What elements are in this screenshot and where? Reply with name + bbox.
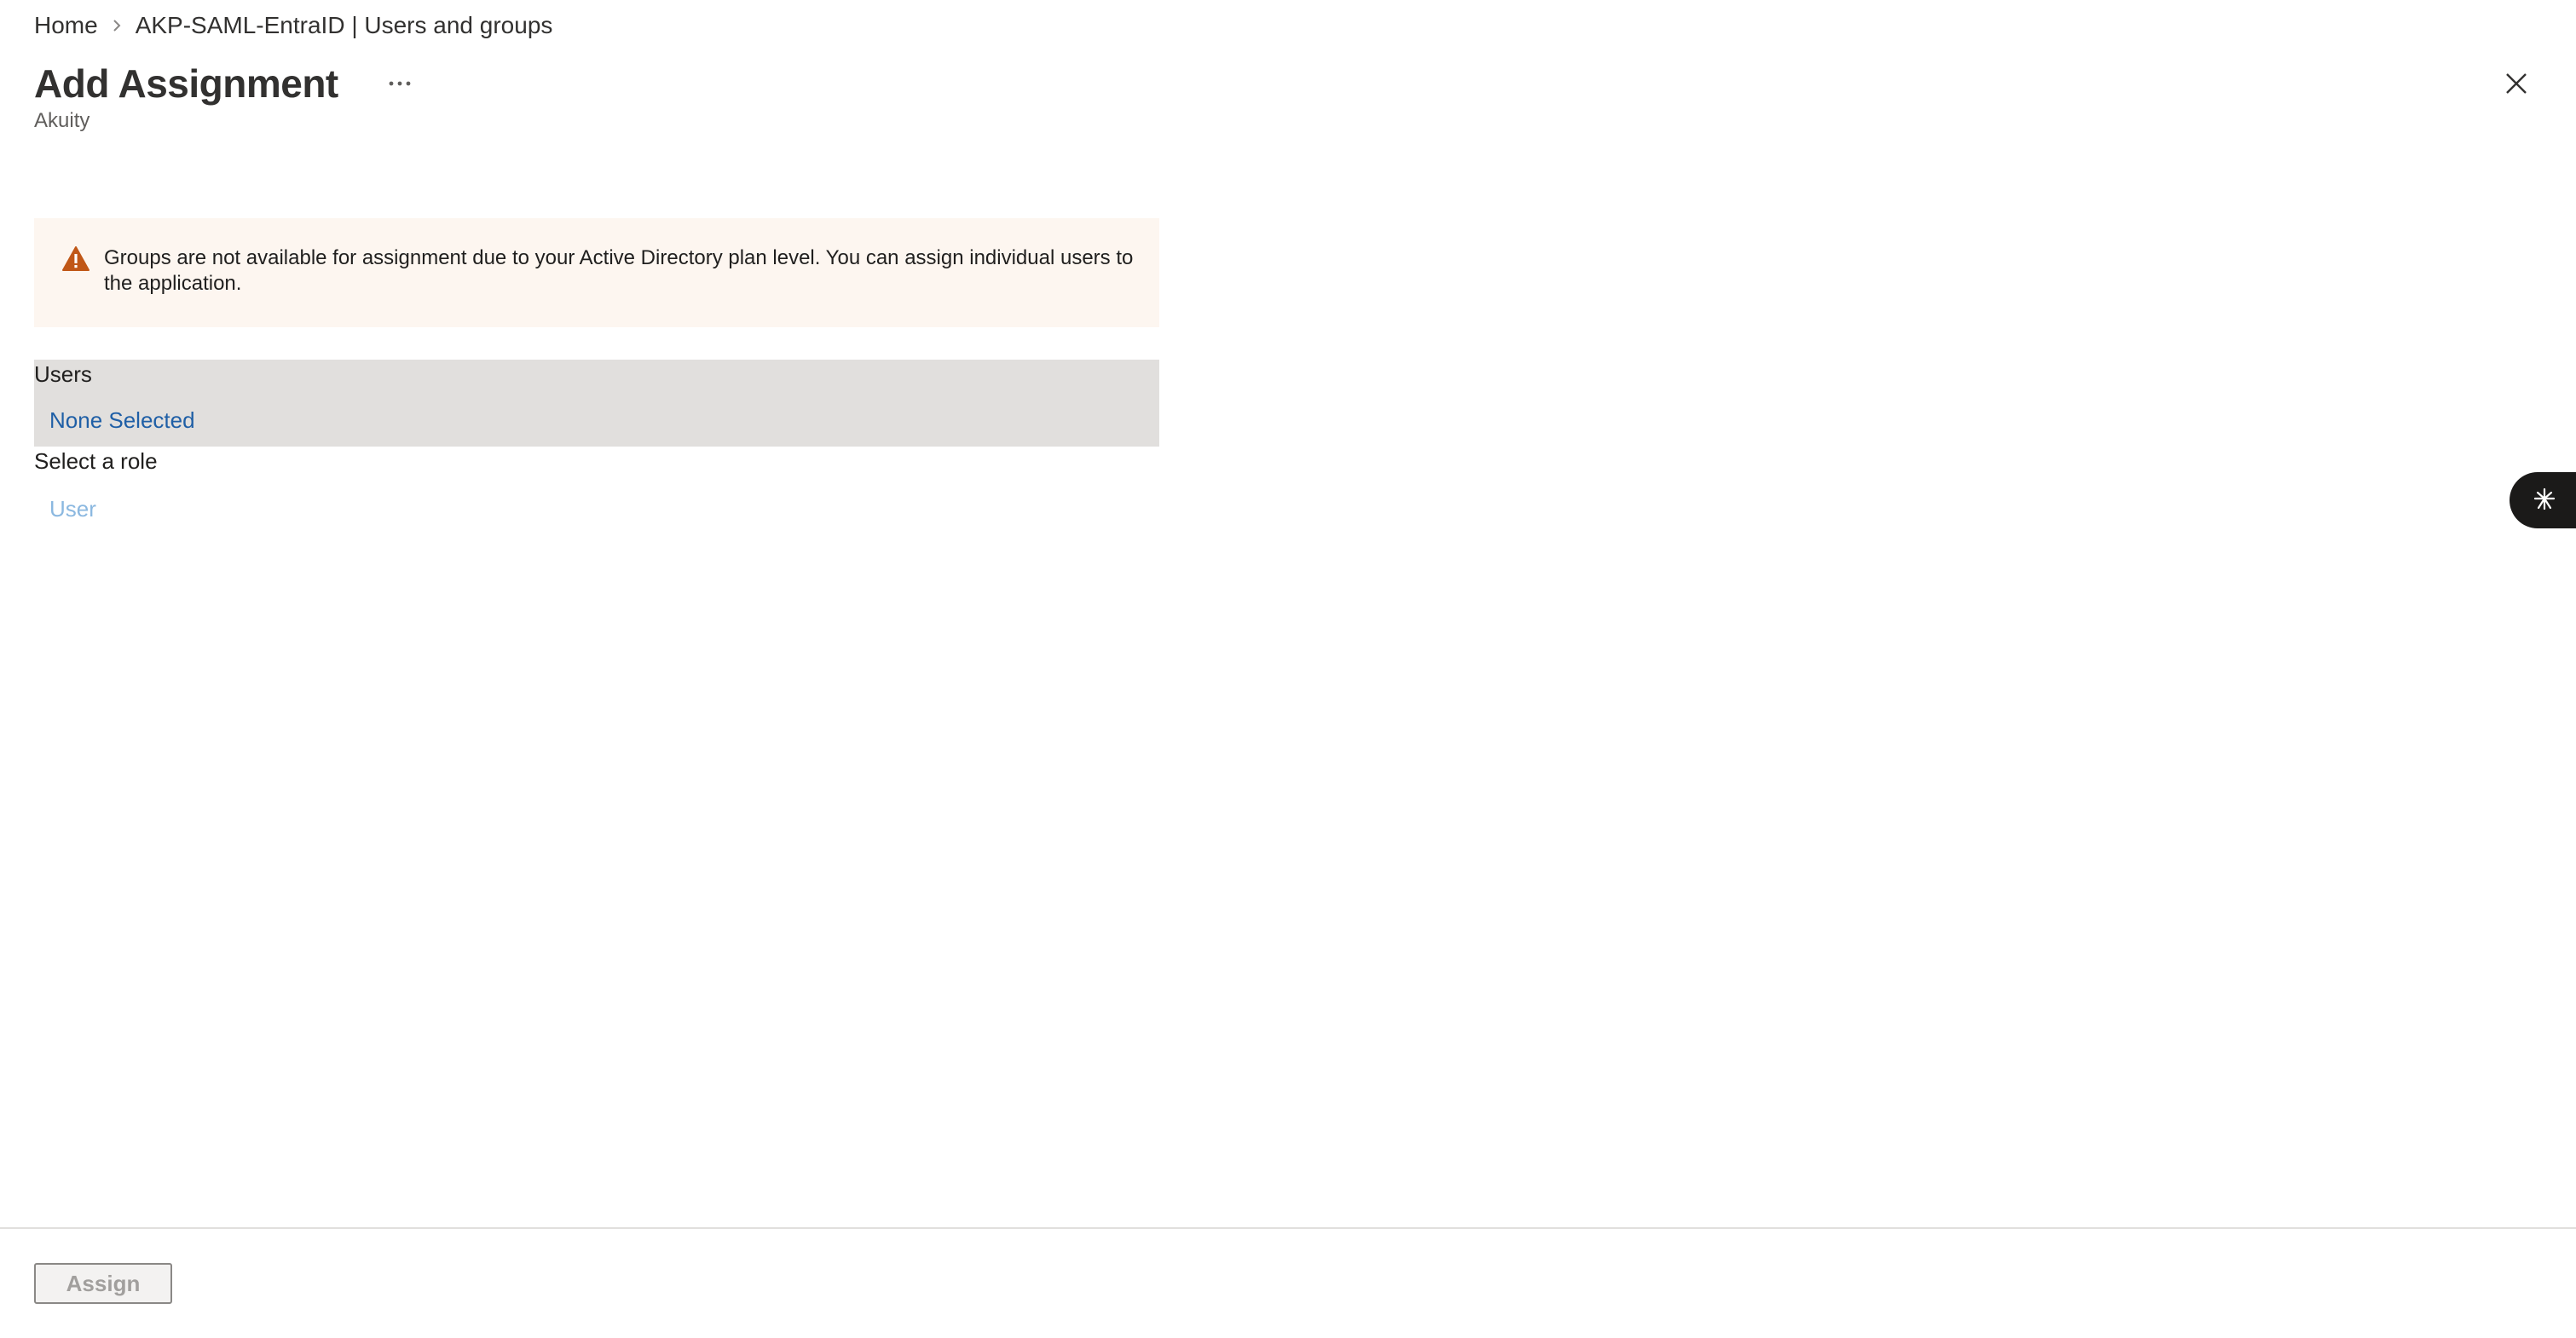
warning-message: Groups are not available for assignment …	[104, 246, 1134, 295]
chevron-right-icon	[98, 10, 136, 41]
users-none-selected-link[interactable]: None Selected	[49, 407, 195, 434]
assign-button[interactable]: Assign	[34, 1263, 172, 1304]
page-title: Add Assignment	[34, 61, 338, 106]
role-user-link[interactable]: User	[49, 496, 96, 522]
users-label: Users	[34, 361, 92, 387]
page-subtitle: Akuity	[34, 109, 90, 132]
ellipsis-icon[interactable]	[379, 66, 420, 101]
users-selector[interactable]: Users None Selected	[34, 360, 1159, 447]
title-row: Add Assignment	[34, 56, 420, 111]
close-icon[interactable]	[2496, 63, 2537, 104]
add-assignment-blade: Home AKP-SAML-EntraID | Users and groups…	[0, 0, 2576, 1338]
select-role-label: Select a role	[34, 448, 158, 474]
side-feedback-widget[interactable]	[2510, 472, 2576, 528]
breadcrumb-users-and-groups-link[interactable]: AKP-SAML-EntraID | Users and groups	[136, 12, 553, 39]
warning-banner: Groups are not available for assignment …	[34, 218, 1159, 327]
warning-triangle-icon	[61, 245, 90, 274]
breadcrumb-home-link[interactable]: Home	[34, 12, 98, 39]
breadcrumb: Home AKP-SAML-EntraID | Users and groups	[34, 10, 552, 41]
footer-divider	[0, 1227, 2576, 1229]
sparkle-burst-icon	[2532, 486, 2557, 516]
